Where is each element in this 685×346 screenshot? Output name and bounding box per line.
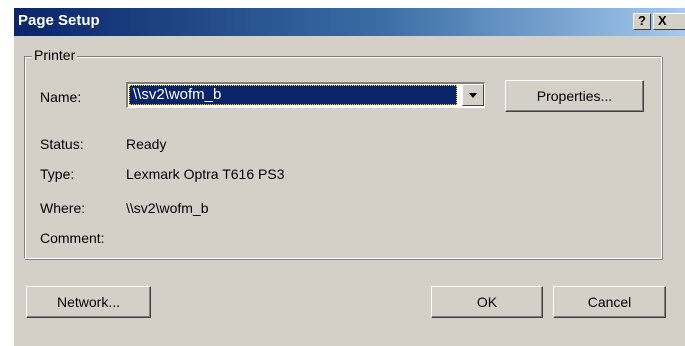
window-title: Page Setup (18, 12, 100, 29)
help-button[interactable]: ? (633, 13, 651, 30)
close-button[interactable]: X (653, 13, 685, 30)
printer-name-combobox[interactable]: \\sv2\wofm_b (126, 82, 485, 108)
where-value: \\sv2\wofm_b (126, 200, 209, 216)
printer-name-value[interactable]: \\sv2\wofm_b (129, 85, 457, 105)
ok-button[interactable]: OK (431, 286, 543, 318)
comment-label: Comment: (40, 230, 105, 246)
properties-button[interactable]: Properties... (505, 80, 644, 112)
chevron-down-icon[interactable] (462, 84, 484, 106)
printer-group-label: Printer (32, 47, 78, 63)
status-label: Status: (40, 136, 84, 152)
network-button[interactable]: Network... (26, 286, 151, 318)
title-bar[interactable]: Page Setup ? X (14, 8, 685, 36)
name-label: Name: (40, 89, 82, 105)
type-value: Lexmark Optra T616 PS3 (126, 166, 285, 182)
cancel-button[interactable]: Cancel (553, 286, 666, 318)
where-label: Where: (40, 200, 86, 216)
status-value: Ready (126, 136, 167, 152)
type-label: Type: (40, 166, 75, 182)
